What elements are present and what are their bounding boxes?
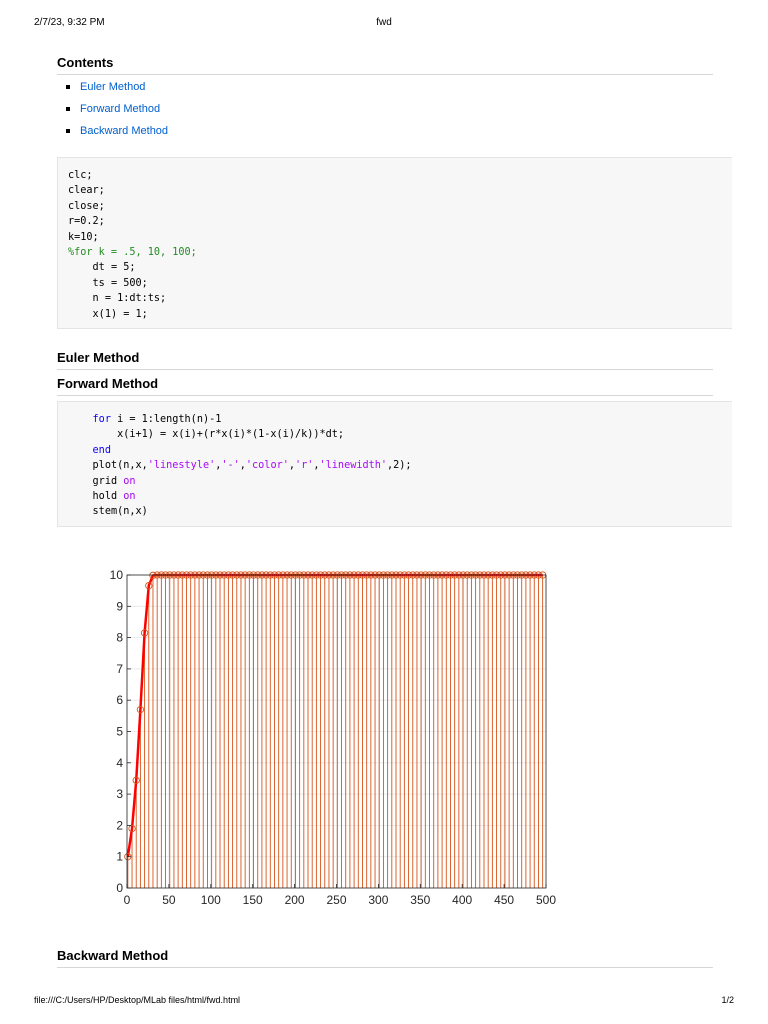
print-header: 2/7/23, 9:32 PM fwd <box>34 17 734 31</box>
code-token: n = 1:dt:ts; <box>92 293 167 305</box>
x-tick-label: 150 <box>243 893 263 907</box>
y-tick-label: 1 <box>116 850 123 864</box>
code-token: '-' <box>221 460 240 472</box>
print-title: fwd <box>376 17 392 28</box>
code-line: stem(n,x) <box>68 504 412 519</box>
code-line: dt = 5; <box>68 260 197 275</box>
y-tick-label: 9 <box>116 599 123 613</box>
y-tick-label: 3 <box>116 787 123 801</box>
code-line: hold on <box>68 489 412 504</box>
code-token: k=10; <box>68 231 99 243</box>
x-tick-label: 0 <box>124 893 131 907</box>
code-token: ,2); <box>387 460 412 472</box>
code-token: hold <box>92 490 124 502</box>
code-line: k=10; <box>68 230 197 245</box>
code-token: clc; <box>68 170 93 181</box>
file-path: file:///C:/Users/HP/Desktop/MLab files/h… <box>34 995 241 1005</box>
bullet-icon <box>66 85 70 89</box>
code-token: on <box>123 490 136 502</box>
y-tick-label: 6 <box>116 693 123 707</box>
bullet-icon <box>66 129 70 133</box>
code-line: plot(n,x,'linestyle','-','color','r','li… <box>68 458 412 473</box>
code-line: clc; <box>68 168 197 183</box>
code-line: for i = 1:length(n)-1 <box>68 412 412 427</box>
x-tick-label: 250 <box>326 893 346 907</box>
toc-link-backward[interactable]: Backward Method <box>80 124 168 138</box>
code-line: ts = 500; <box>68 276 197 291</box>
backward-method-heading: Backward Method <box>57 947 713 968</box>
toc-link-euler[interactable]: Euler Method <box>80 80 145 94</box>
x-tick-label: 450 <box>494 893 514 907</box>
euler-method-heading: Euler Method <box>57 349 713 370</box>
code-line: %for k = .5, 10, 100; <box>68 245 197 260</box>
x-tick-label: 50 <box>162 893 176 907</box>
code-line: n = 1:dt:ts; <box>68 291 197 306</box>
y-tick-label: 10 <box>110 568 124 582</box>
y-tick-label: 4 <box>116 756 123 770</box>
y-tick-label: 8 <box>116 631 123 645</box>
code-token: 'color' <box>245 460 289 472</box>
code-token: x(i+1) = x(i)+(r*x(i)*(1-x(i)/k))*dt; <box>117 429 345 441</box>
print-footer: file:///C:/Users/HP/Desktop/MLab files/h… <box>34 995 734 1009</box>
code-token: end <box>92 444 111 456</box>
code-token: stem(n,x) <box>92 506 148 518</box>
code-token: plot(n,x, <box>92 460 148 472</box>
toc-link-forward[interactable]: Forward Method <box>80 102 160 116</box>
x-tick-label: 500 <box>536 893 556 907</box>
x-tick-label: 350 <box>410 893 430 907</box>
bullet-icon <box>66 107 70 111</box>
code-token: 'linestyle' <box>147 460 216 472</box>
code-token: r=0.2; <box>68 216 105 228</box>
code-token: ts = 500; <box>92 277 148 289</box>
code-line: close; <box>68 199 197 214</box>
code-line: grid on <box>68 474 412 489</box>
solution-plot: 0 50 100 150 200 250 300 350 400 450 500 0 1 2 3 4 5 6 7 8 9… <box>110 568 557 907</box>
code-setup: clc; clear; close; r=0.2; k=10; %for k = .5, … <box>68 168 197 322</box>
code-token: on <box>123 475 136 487</box>
code-line: x(i+1) = x(i)+(r*x(i)*(1-x(i)/k))*dt; <box>68 427 412 442</box>
code-token: grid <box>92 475 124 487</box>
x-tick-label: 200 <box>285 893 305 907</box>
code-token: x(1) = 1; <box>92 308 148 320</box>
code-line: clear; <box>68 183 197 198</box>
code-line: end <box>68 443 412 458</box>
code-token: i = 1:length(n)-1 <box>110 414 222 425</box>
code-token: %for k = .5, 10, 100; <box>68 246 197 258</box>
code-block-forward: for i = 1:length(n)-1 x(i+1) = x(i)+(r*x… <box>57 401 732 527</box>
y-tick-label: 5 <box>116 725 123 739</box>
y-tick-label: 2 <box>116 818 123 832</box>
x-tick-label: 300 <box>368 893 388 907</box>
code-token: 'linewidth' <box>319 460 387 472</box>
code-line: r=0.2; <box>68 214 197 229</box>
code-token: 'r' <box>294 460 314 472</box>
forward-method-heading: Forward Method <box>57 375 713 396</box>
code-token: close; <box>68 200 105 212</box>
y-tick-label: 0 <box>116 881 123 895</box>
code-token: for <box>92 414 111 425</box>
x-tick-label: 100 <box>201 893 221 907</box>
code-line: x(1) = 1; <box>68 307 197 322</box>
x-tick-label: 400 <box>452 893 472 907</box>
code-token: dt = 5; <box>92 262 136 274</box>
code-token: clear; <box>68 185 105 197</box>
code-block-setup: clc; clear; close; r=0.2; k=10; %for k = .5, … <box>57 157 732 329</box>
contents-heading: Contents <box>57 54 713 75</box>
code-forward: for i = 1:length(n)-1 x(i+1) = x(i)+(r*x… <box>68 412 412 520</box>
y-tick-label: 7 <box>116 662 123 676</box>
page-number: 1/2 <box>721 995 734 1005</box>
